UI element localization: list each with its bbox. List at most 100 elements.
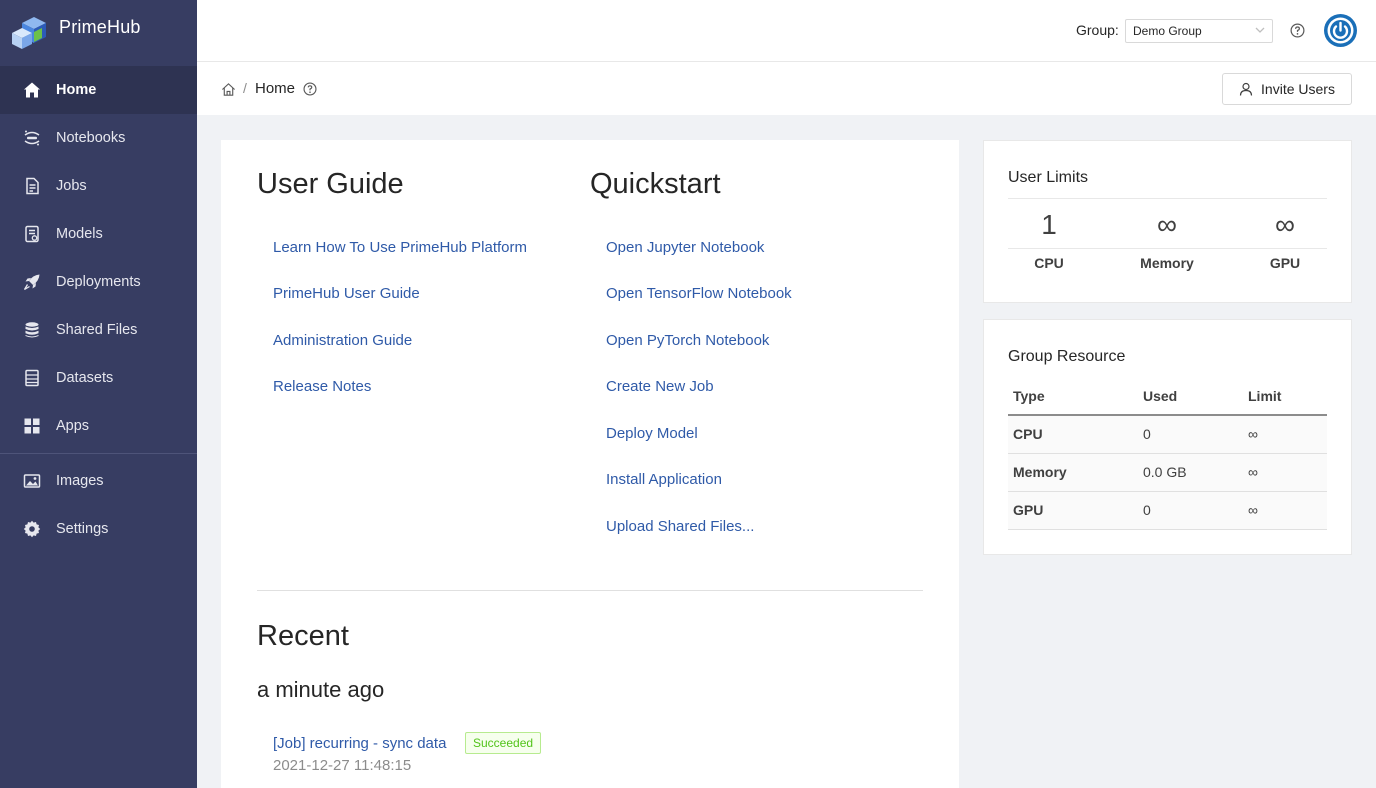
breadcrumb: / Home Invite Users <box>197 62 1376 115</box>
section-divider <box>257 590 923 591</box>
quickstart-link-create-job[interactable]: Create New Job <box>606 378 714 395</box>
guide-link-admin-guide[interactable]: Administration Guide <box>273 332 412 349</box>
limit-value: ∞ <box>1275 209 1295 240</box>
cell-used: 0 <box>1138 415 1243 454</box>
jupyter-icon <box>22 128 42 148</box>
chevron-down-icon <box>1255 27 1265 33</box>
table-row: Memory 0.0 GB ∞ <box>1008 453 1327 492</box>
cell-type: GPU <box>1008 491 1138 530</box>
sidebar-item-label: Deployments <box>56 274 141 290</box>
sidebar-item-label: Shared Files <box>56 322 138 338</box>
breadcrumb-home-icon[interactable] <box>221 82 236 97</box>
sidebar-item-home[interactable]: Home <box>0 66 197 114</box>
cell-limit: ∞ <box>1243 415 1327 454</box>
user-icon <box>1239 82 1253 96</box>
sidebar-item-label: Settings <box>56 521 109 537</box>
sidebar-item-label: Home <box>56 82 97 98</box>
sidebar-item-label: Datasets <box>56 370 114 386</box>
cell-used: 0.0 GB <box>1138 453 1243 492</box>
quickstart-link-install-app[interactable]: Install Application <box>606 471 722 488</box>
guide-link-learn[interactable]: Learn How To Use PrimeHub Platform <box>273 239 527 256</box>
breadcrumb-separator: / <box>243 80 247 96</box>
group-resource-card: Group Resource Type Used Limit CPU 0 ∞ M… <box>983 319 1352 555</box>
help-icon[interactable] <box>303 82 317 96</box>
sidebar-item-apps[interactable]: Apps <box>0 402 197 450</box>
apps-icon <box>22 416 42 436</box>
user-limits-title: User Limits <box>1008 169 1089 186</box>
quickstart-link-upload-files[interactable]: Upload Shared Files... <box>606 518 754 535</box>
sidebar-item-label: Jobs <box>56 178 87 194</box>
limit-label: Memory <box>1140 255 1194 271</box>
quickstart-link-tensorflow[interactable]: Open TensorFlow Notebook <box>606 285 792 302</box>
sidebar-divider <box>0 453 197 454</box>
column-header-used: Used <box>1138 377 1243 416</box>
primehub-logo-icon <box>12 16 46 49</box>
top-header: Group: Demo Group <box>197 0 1376 62</box>
sidebar-item-deployments[interactable]: Deployments <box>0 258 197 306</box>
models-icon <box>22 224 42 244</box>
brand-name: PrimeHub <box>59 17 141 37</box>
gear-icon <box>22 519 42 539</box>
database-icon <box>22 320 42 340</box>
main-card: User Guide Learn How To Use PrimeHub Pla… <box>221 140 959 788</box>
limit-value: 1 <box>1041 209 1057 240</box>
limit-label: CPU <box>1034 255 1064 271</box>
card-divider <box>1008 198 1327 199</box>
limit-gpu: ∞ GPU <box>1235 208 1335 271</box>
group-label: Group: <box>1076 22 1119 38</box>
jobs-icon <box>22 176 42 196</box>
recent-item-link[interactable]: [Job] recurring - sync data <box>273 735 446 752</box>
images-icon <box>22 471 42 491</box>
cell-type: CPU <box>1008 415 1138 454</box>
user-guide-title: User Guide <box>257 168 404 200</box>
recent-time-group: a minute ago <box>257 677 385 702</box>
user-avatar-icon[interactable] <box>1324 14 1357 47</box>
help-icon[interactable] <box>1290 23 1305 38</box>
recent-item-timestamp: 2021-12-27 11:48:15 <box>273 757 412 774</box>
table-row: GPU 0 ∞ <box>1008 491 1327 530</box>
table-row: CPU 0 ∞ <box>1008 415 1327 454</box>
limit-label: GPU <box>1269 255 1301 271</box>
guide-link-release-notes[interactable]: Release Notes <box>273 378 371 395</box>
sidebar-nav: Home Notebooks Jobs Models Deployments S… <box>0 66 197 553</box>
quickstart-title: Quickstart <box>590 168 721 200</box>
quickstart-link-jupyter[interactable]: Open Jupyter Notebook <box>606 239 764 256</box>
brand[interactable]: PrimeHub <box>0 0 197 61</box>
group-select-value: Demo Group <box>1133 24 1202 38</box>
group-select[interactable]: Demo Group <box>1125 19 1273 43</box>
sidebar-item-notebooks[interactable]: Notebooks <box>0 114 197 162</box>
quickstart-link-deploy-model[interactable]: Deploy Model <box>606 425 698 442</box>
cell-used: 0 <box>1138 491 1243 530</box>
quickstart-link-pytorch[interactable]: Open PyTorch Notebook <box>606 332 769 349</box>
user-limits-card: User Limits 1 CPU ∞ Memory ∞ GPU <box>983 140 1352 303</box>
sidebar-item-label: Apps <box>56 418 90 434</box>
page-title: Home <box>255 80 296 97</box>
limit-cpu: 1 CPU <box>999 208 1099 271</box>
sidebar-item-label: Images <box>56 473 104 489</box>
datasets-icon <box>22 368 42 388</box>
cell-limit: ∞ <box>1243 491 1327 530</box>
sidebar-item-images[interactable]: Images <box>0 457 197 505</box>
column-header-type: Type <box>1008 377 1138 416</box>
sidebar-item-datasets[interactable]: Datasets <box>0 354 197 402</box>
rocket-icon <box>22 272 42 292</box>
sidebar: PrimeHub Home Notebooks Jobs Models Depl… <box>0 0 197 788</box>
cell-limit: ∞ <box>1243 453 1327 492</box>
sidebar-item-label: Models <box>56 226 103 242</box>
limit-memory: ∞ Memory <box>1117 208 1217 271</box>
sidebar-item-jobs[interactable]: Jobs <box>0 162 197 210</box>
group-resource-table: Type Used Limit CPU 0 ∞ Memory 0.0 GB ∞ … <box>1008 377 1327 530</box>
invite-users-label: Invite Users <box>1261 81 1335 97</box>
group-resource-title: Group Resource <box>1008 348 1126 365</box>
sidebar-item-label: Notebooks <box>56 130 126 146</box>
sidebar-item-settings[interactable]: Settings <box>0 505 197 553</box>
sidebar-item-shared-files[interactable]: Shared Files <box>0 306 197 354</box>
limit-value: ∞ <box>1157 209 1177 240</box>
column-header-limit: Limit <box>1243 377 1327 416</box>
invite-users-button[interactable]: Invite Users <box>1222 73 1352 105</box>
sidebar-item-models[interactable]: Models <box>0 210 197 258</box>
recent-title: Recent <box>257 620 349 652</box>
guide-link-user-guide[interactable]: PrimeHub User Guide <box>273 285 420 302</box>
table-header-row: Type Used Limit <box>1008 377 1327 416</box>
home-icon <box>22 80 42 100</box>
